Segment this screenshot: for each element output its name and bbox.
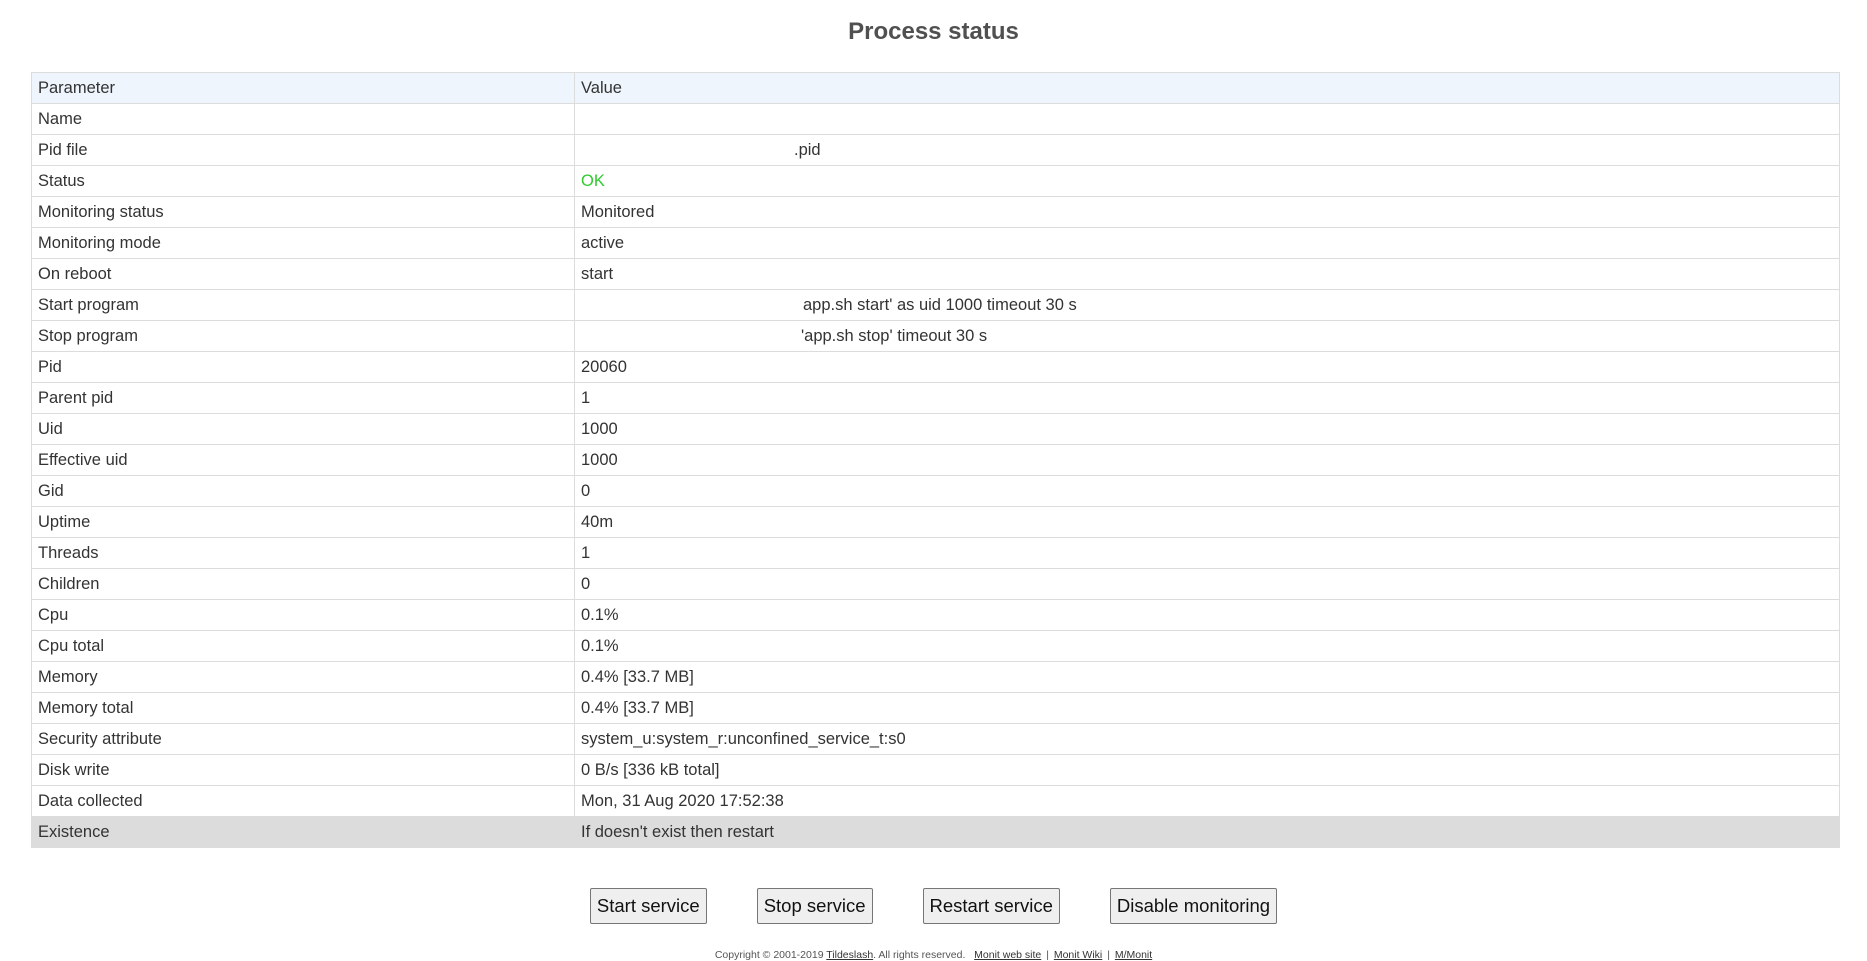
footer-separator: | [1107, 949, 1110, 961]
row-value: system_u:system_r:unconfined_service_t:s… [574, 723, 1840, 755]
footer: Copyright © 2001-2019 Tildeslash. All ri… [0, 949, 1867, 961]
monit-wiki-link[interactable]: Monit Wiki [1054, 949, 1102, 961]
table-row: Monitoring mode active [31, 227, 1840, 259]
row-label: Monitoring status [31, 196, 575, 228]
row-value: 0.4% [33.7 MB] [574, 661, 1840, 693]
row-value: .pid [794, 140, 821, 159]
row-value: 0.1% [574, 630, 1840, 662]
row-label: Threads [31, 537, 575, 569]
table-row: Start program app.sh start' as uid 1000 t… [31, 289, 1840, 321]
header-parameter: Parameter [31, 72, 575, 104]
row-label: Memory [31, 661, 575, 693]
row-value: 1 [574, 537, 1840, 569]
table-row: Memory 0.4% [33.7 MB] [31, 661, 1840, 693]
row-value: If doesn't exist then restart [574, 816, 1840, 848]
row-value: start [574, 258, 1840, 290]
header-value: Value [574, 72, 1840, 104]
row-value: 1 [574, 382, 1840, 414]
row-label: Security attribute [31, 723, 575, 755]
row-value: 40m [574, 506, 1840, 538]
row-label: Monitoring mode [31, 227, 575, 259]
disable-monitoring-button[interactable]: Disable monitoring [1109, 888, 1278, 924]
row-value: 0 [574, 568, 1840, 600]
table-row: Uid 1000 [31, 413, 1840, 445]
tildeslash-link[interactable]: Tildeslash [826, 949, 873, 961]
row-value: app.sh start' as uid 1000 timeout 30 s [803, 295, 1077, 314]
row-value [574, 103, 1840, 135]
table-row: Security attribute system_u:system_r:unco… [31, 723, 1840, 755]
row-label: Stop program [31, 320, 575, 352]
row-value: 1000 [574, 444, 1840, 476]
row-value: 0 B/s [336 kB total] [574, 754, 1840, 786]
row-label: Existence [31, 816, 575, 848]
row-value: 1000 [574, 413, 1840, 445]
table-row-existence: Existence If doesn't exist then restart [31, 816, 1840, 848]
row-label: Cpu [31, 599, 575, 631]
table-row: Data collected Mon, 31 Aug 2020 17:52:38 [31, 785, 1840, 817]
table-row: Threads 1 [31, 537, 1840, 569]
row-value: active [574, 227, 1840, 259]
process-status-table: Parameter Value Name Pid file .pid Status… [31, 72, 1840, 848]
table-row: Disk write 0 B/s [336 kB total] [31, 754, 1840, 786]
status-value: OK [574, 165, 1840, 197]
table-row: Status OK [31, 165, 1840, 197]
action-buttons: Start service Stop service Restart servi… [0, 888, 1867, 924]
table-row: Uptime 40m [31, 506, 1840, 538]
row-label: Status [31, 165, 575, 197]
row-label: Gid [31, 475, 575, 507]
table-row: Effective uid 1000 [31, 444, 1840, 476]
row-value: 0.1% [574, 599, 1840, 631]
row-label: Name [31, 103, 575, 135]
row-value: Monitored [574, 196, 1840, 228]
table-row: Gid 0 [31, 475, 1840, 507]
row-label: Data collected [31, 785, 575, 817]
stop-service-button[interactable]: Stop service [756, 888, 873, 924]
table-row: Children 0 [31, 568, 1840, 600]
row-label: On reboot [31, 258, 575, 290]
table-row: Parent pid 1 [31, 382, 1840, 414]
monit-website-link[interactable]: Monit web site [974, 949, 1041, 961]
page-title: Process status [848, 18, 1019, 45]
row-value-container: 'app.sh stop' timeout 30 s [574, 320, 1840, 352]
row-value-container: app.sh start' as uid 1000 timeout 30 s [574, 289, 1840, 321]
row-label: Disk write [31, 754, 575, 786]
start-service-button[interactable]: Start service [589, 888, 707, 924]
mmonit-link[interactable]: M/Monit [1115, 949, 1152, 961]
restart-service-button[interactable]: Restart service [922, 888, 1060, 924]
footer-separator: | [1046, 949, 1049, 961]
rights-text: . All rights reserved. [873, 949, 966, 961]
row-value: Mon, 31 Aug 2020 17:52:38 [574, 785, 1840, 817]
row-label: Uptime [31, 506, 575, 538]
table-row: Monitoring status Monitored [31, 196, 1840, 228]
row-label: Parent pid [31, 382, 575, 414]
row-label: Memory total [31, 692, 575, 724]
row-value: 0.4% [33.7 MB] [574, 692, 1840, 724]
row-label: Start program [31, 289, 575, 321]
row-value: 'app.sh stop' timeout 30 s [801, 326, 988, 345]
row-label: Children [31, 568, 575, 600]
row-label: Effective uid [31, 444, 575, 476]
table-row: Pid file .pid [31, 134, 1840, 166]
table-row: Stop program 'app.sh stop' timeout 30 s [31, 320, 1840, 352]
row-label: Cpu total [31, 630, 575, 662]
row-value: 20060 [574, 351, 1840, 383]
row-label: Pid file [31, 134, 575, 166]
row-label: Uid [31, 413, 575, 445]
table-row: On reboot start [31, 258, 1840, 290]
table-row: Name [31, 103, 1840, 135]
table-row: Pid 20060 [31, 351, 1840, 383]
row-value: 0 [574, 475, 1840, 507]
row-value-container: .pid [574, 134, 1840, 166]
table-row: Cpu 0.1% [31, 599, 1840, 631]
row-label: Pid [31, 351, 575, 383]
copyright-text: Copyright © 2001-2019 [714, 949, 824, 961]
table-row: Memory total 0.4% [33.7 MB] [31, 692, 1840, 724]
table-row: Cpu total 0.1% [31, 630, 1840, 662]
table-header-row: Parameter Value [31, 72, 1840, 104]
